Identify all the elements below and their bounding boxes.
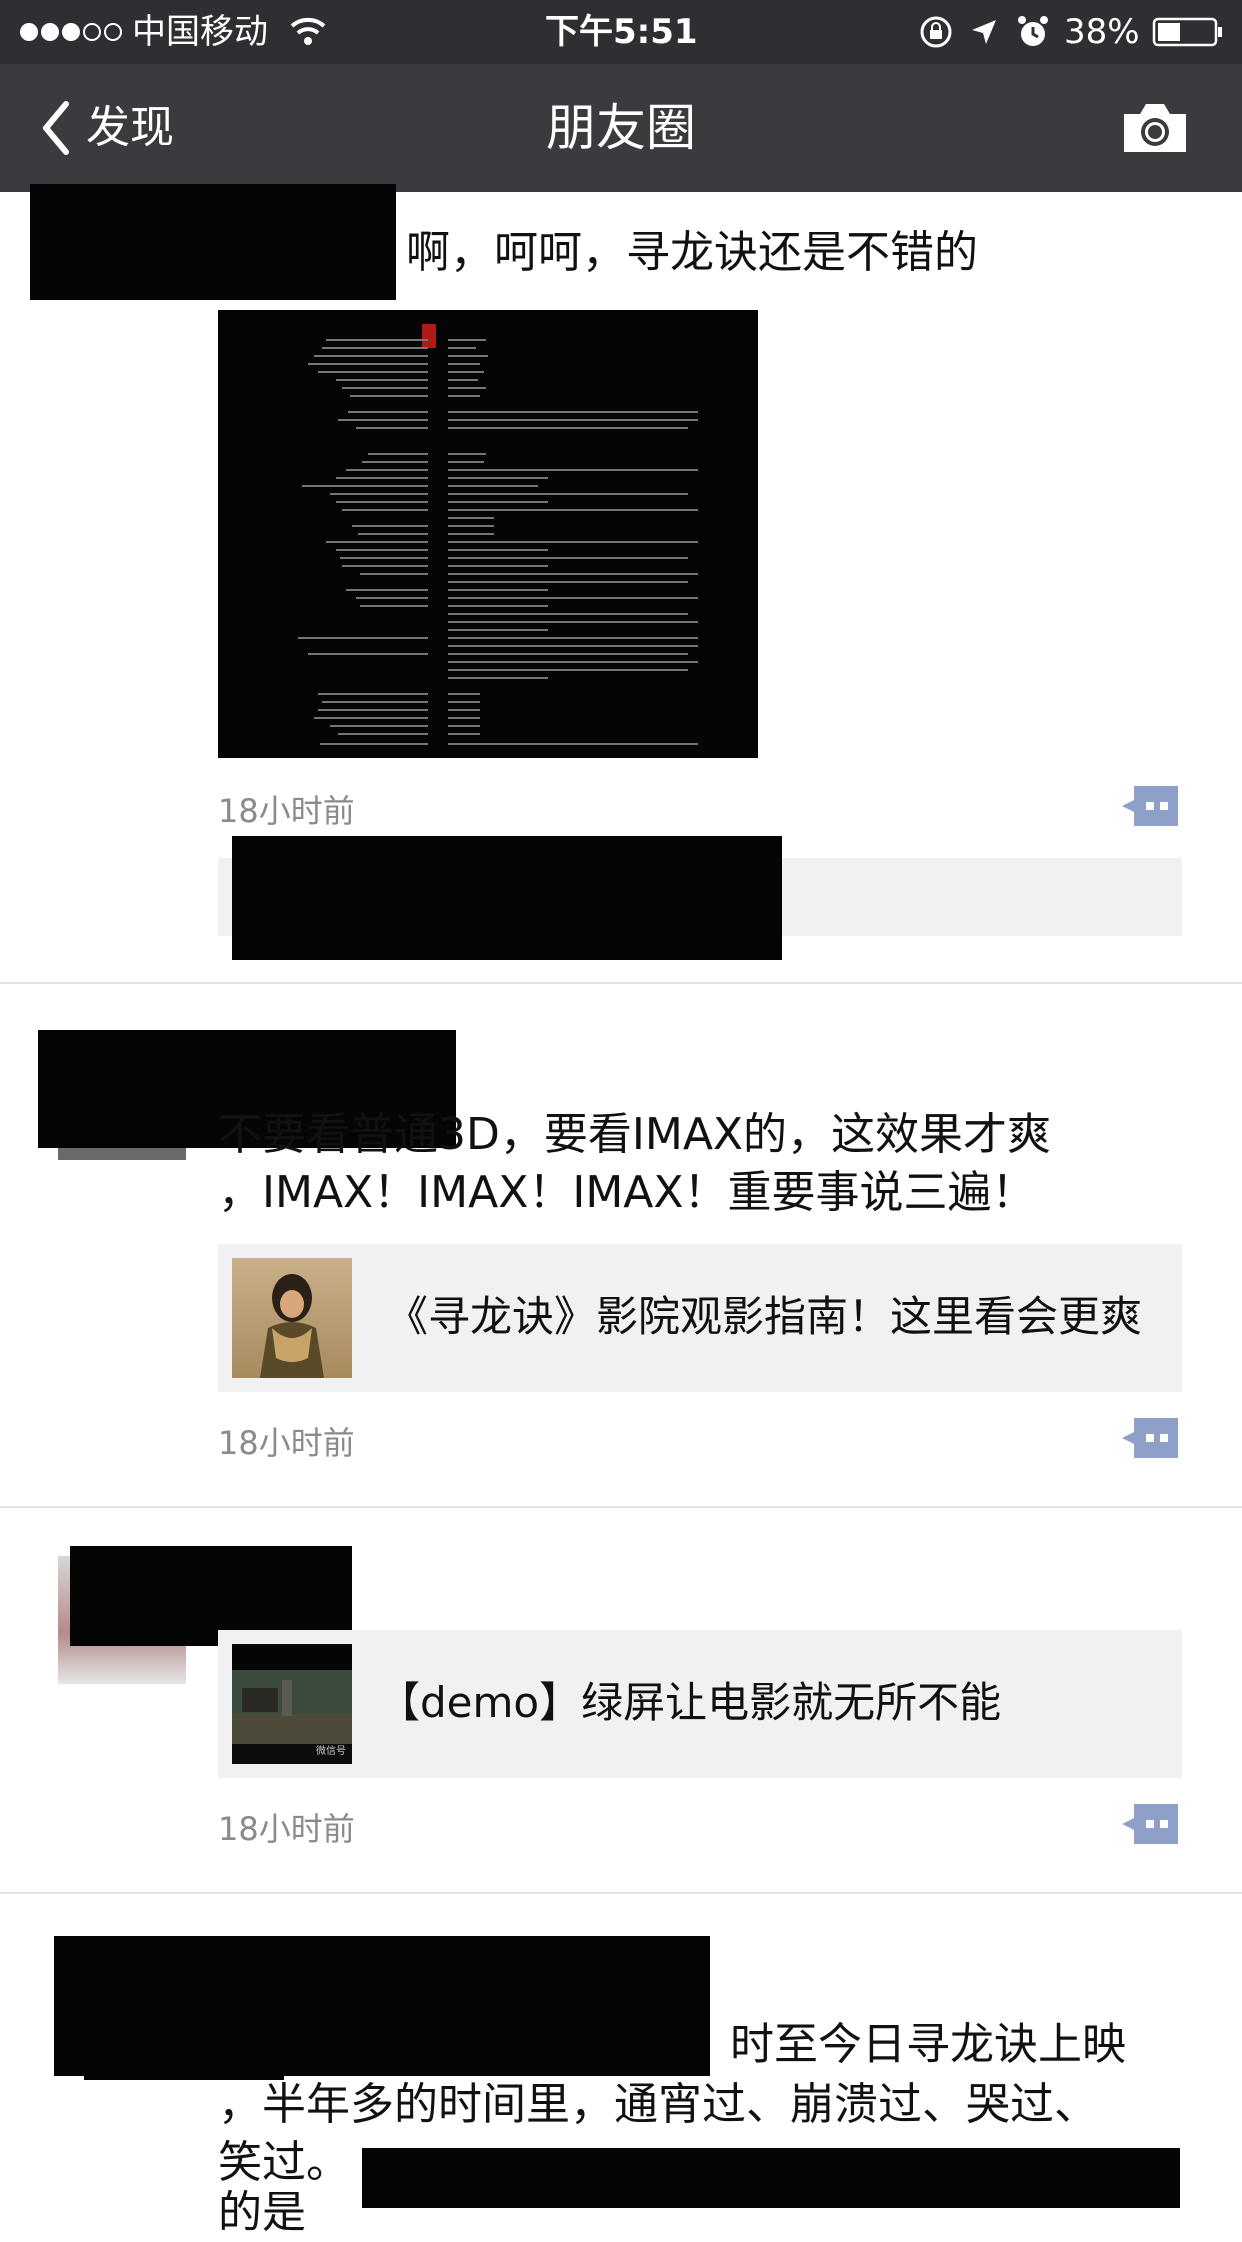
orientation-lock-icon: [918, 14, 954, 50]
link-thumbnail: [232, 1258, 352, 1378]
alarm-icon: [1016, 14, 1050, 50]
comment-button-icon[interactable]: [1120, 1804, 1178, 1844]
carrier-name: 中国移动: [132, 12, 268, 52]
post-text-line-4: 的是: [218, 2187, 306, 2238]
post-time: 18小时前: [218, 1424, 355, 1462]
post-text: 啊，呵呵，寻龙诀还是不错的: [406, 227, 978, 278]
shared-link-card[interactable]: 《寻龙诀》影院观影指南！这里看会更爽: [218, 1244, 1182, 1392]
redacted-avatar-name: [30, 184, 396, 300]
post-text-line-2: ，半年多的时间里，通宵过、崩溃过、哭过、: [218, 2079, 1098, 2130]
location-arrow-icon: [968, 16, 1000, 48]
page-title: 朋友圈: [546, 99, 696, 157]
redacted-comment: [232, 836, 782, 960]
post-text-line-1: 时至今日寻龙诀上映: [730, 2019, 1126, 2070]
link-title: 【demo】绿屏让电影就无所不能: [378, 1678, 1002, 1727]
camera-icon[interactable]: [1120, 100, 1190, 156]
shared-link-card[interactable]: 微信号 【demo】绿屏让电影就无所不能: [218, 1630, 1182, 1778]
thumbnail-watermark: 微信号: [316, 1746, 346, 1757]
post-image[interactable]: [218, 310, 758, 758]
post-text-line-1: 不要看普通3D，要看IMAX的，这效果才爽: [218, 1109, 1052, 1160]
comment-button-icon[interactable]: [1120, 786, 1178, 826]
post-divider: [0, 1506, 1242, 1508]
comment-button-icon[interactable]: [1120, 1418, 1178, 1458]
post-time: 18小时前: [218, 792, 355, 830]
battery-icon: [1152, 16, 1224, 48]
battery-percent: 38%: [1064, 12, 1140, 52]
status-bar: 中国移动 下午5:51 38%: [0, 0, 1242, 64]
redacted-avatar-name: [54, 1936, 710, 2076]
status-time: 下午5:51: [545, 12, 698, 52]
nav-bar: 发现 朋友圈: [0, 64, 1242, 192]
signal-dots-icon: [18, 18, 128, 46]
post-time: 18小时前: [218, 1810, 355, 1848]
post-divider: [0, 1892, 1242, 1894]
redacted-overlay: [232, 1646, 352, 1670]
redacted-text: [362, 2148, 1180, 2208]
wifi-icon: [288, 14, 328, 50]
post-divider: [0, 982, 1242, 984]
post-text-line-2: ，IMAX！IMAX！IMAX！重要事说三遍！: [218, 1167, 1036, 1218]
link-title: 《寻龙诀》影院观影指南！这里看会更爽: [386, 1292, 1143, 1341]
